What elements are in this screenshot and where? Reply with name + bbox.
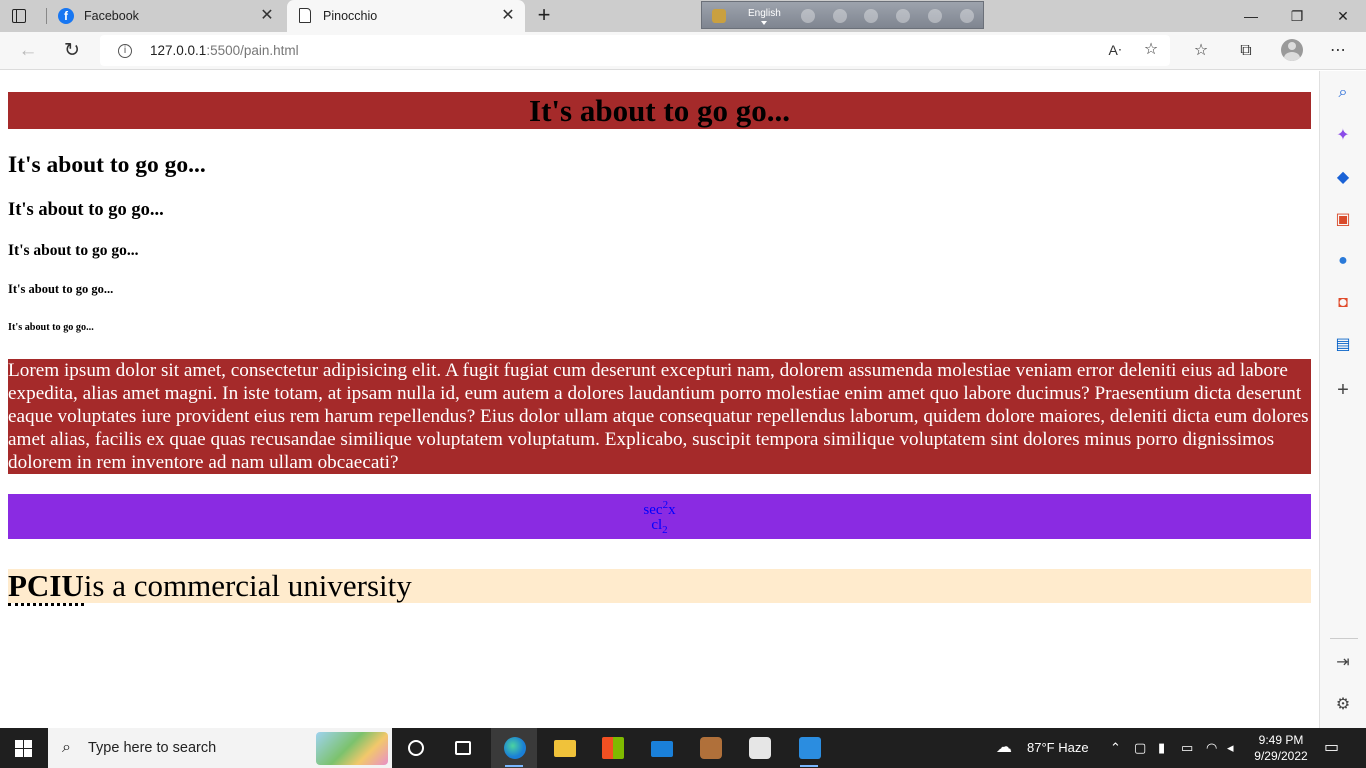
office-icon[interactable]: ◘ [1333,293,1353,313]
url-path: :5500/pain.html [206,43,299,58]
microphone-icon[interactable]: ▮ [1158,728,1165,768]
weather-text[interactable]: 87°F Haze [1027,728,1089,768]
formula-base: sec [643,502,663,518]
photo-app-icon[interactable] [687,728,733,768]
battery-icon[interactable]: ▭ [1181,728,1193,768]
language-bar[interactable]: English [701,1,984,29]
url-text[interactable]: 127.0.0.1:5500/pain.html [150,43,299,58]
search-placeholder: Type here to search [88,740,217,756]
heading-3: It's about to go go... [8,200,164,220]
taskbar-search[interactable]: ⌕ Type here to search [48,728,392,768]
shopping-tag-icon[interactable]: ◆ [1333,168,1353,188]
tab-facebook[interactable]: f Facebook ✕ [48,0,284,32]
read-aloud-icon[interactable]: Aᐧ [1105,40,1125,60]
weather-icon[interactable]: ☁ [996,728,1012,768]
ime-logo-icon [712,9,726,23]
math-formula-box: sec2x cl2 [8,494,1311,539]
add-sidebar-app-icon[interactable]: + [1333,380,1353,400]
tools-icon[interactable]: ▣ [1333,210,1353,230]
gear-icon[interactable]: ⚙ [1333,695,1353,715]
tool-icon[interactable] [833,9,847,23]
browser-toolbar: ← ↻ i 127.0.0.1:5500/pain.html Aᐧ ☆ ☆ ⧉ … [0,32,1366,70]
sparkle-icon[interactable]: ✦ [1333,126,1353,146]
heading-1: It's about to go go... [8,92,1311,129]
abbreviation-line: PCIUis a commercial university [8,568,1311,606]
close-window-button[interactable]: ✕ [1320,0,1366,32]
games-icon[interactable]: ● [1333,251,1353,271]
tab-label: Facebook [84,9,139,23]
search-icon[interactable]: ⌕ [1333,83,1353,103]
hide-sidebar-icon[interactable]: ⇥ [1333,653,1353,673]
task-view-icon[interactable] [440,728,486,768]
meet-now-icon[interactable]: ▢ [1134,728,1146,768]
lorem-paragraph: Lorem ipsum dolor sit amet, consectetur … [8,359,1311,474]
system-clock[interactable]: 9:49 PM 9/29/2022 [1250,732,1312,764]
tab-strip: f Facebook ✕ Pinocchio ✕ + English — ❐ ✕ [0,0,1366,32]
tab-separator [46,8,47,24]
abbr-description: is a commercial university [83,568,412,603]
store-icon[interactable] [589,728,635,768]
back-button[interactable]: ← [16,39,40,63]
heading-5: It's about to go go... [8,282,114,296]
heading-6: It's about to go go... [8,322,94,333]
wifi-icon[interactable]: ◠ [1206,728,1217,768]
windows-start-icon[interactable] [15,740,32,757]
search-highlight-image [316,732,388,765]
favorites-icon[interactable]: ☆ [1191,41,1211,61]
page-content: It's about to go go... It's about to go … [0,71,1319,728]
new-tab-button[interactable]: + [533,4,555,26]
refresh-button[interactable]: ↻ [60,39,84,63]
notification-icon[interactable]: ▭ [1324,728,1339,768]
formula-variable: x [668,502,676,518]
edge-taskbar-icon[interactable] [491,728,537,768]
cortana-icon[interactable] [393,728,439,768]
edge-icon[interactable] [896,9,910,23]
clock-date: 9/29/2022 [1254,749,1308,763]
chevron-down-icon [761,21,767,25]
facebook-icon: f [58,8,74,24]
search-icon: ⌕ [62,739,71,756]
vscode-icon[interactable] [786,728,832,768]
windows-taskbar: ⌕ Type here to search ☁ 87°F Haze ⌃ ▢ ▮ … [0,728,1366,768]
formula-subscript: 2 [662,524,668,536]
profile-avatar[interactable] [1281,39,1303,61]
address-bar[interactable]: i 127.0.0.1:5500/pain.html Aᐧ ☆ [100,35,1170,66]
collections-icon[interactable]: ⧉ [1236,41,1256,61]
tab-actions-icon[interactable] [10,7,28,25]
outlook-icon[interactable]: ▤ [1333,335,1353,355]
abbr-pciu[interactable]: PCIU [8,568,84,606]
tab-pinocchio[interactable]: Pinocchio ✕ [287,0,525,32]
sidebar-separator [1330,638,1358,639]
formula-secant: sec2x [8,499,1311,519]
keyboard-icon[interactable] [801,9,815,23]
heading-2: It's about to go go... [8,152,206,178]
document-icon [299,8,311,23]
clock-time: 9:49 PM [1258,733,1304,747]
minimize-button[interactable]: — [1228,0,1274,32]
help-icon[interactable] [928,9,942,23]
url-host: 127.0.0.1 [150,43,207,58]
language-label[interactable]: English [748,8,781,19]
draw-app-icon[interactable] [736,728,782,768]
mail-icon[interactable] [638,728,684,768]
edge-sidebar: ⌕ ✦ ◆ ▣ ● ◘ ▤ + ⇥ ⚙ [1319,71,1366,728]
close-tab-icon[interactable]: ✕ [499,7,517,25]
formula-element: cl [651,517,663,533]
site-info-icon[interactable]: i [118,44,132,58]
chevron-up-icon[interactable]: ⌃ [1110,728,1121,768]
tab-label: Pinocchio [323,9,378,23]
info-icon[interactable] [960,9,974,23]
file-explorer-icon[interactable] [541,728,587,768]
settings-icon[interactable] [864,9,878,23]
add-favorite-icon[interactable]: ☆ [1141,40,1161,60]
restore-button[interactable]: ❐ [1274,0,1320,32]
formula-chlorine: cl2 [8,517,1311,536]
more-menu-icon[interactable]: ⋯ [1328,41,1348,61]
volume-icon[interactable]: ◂ [1227,728,1234,768]
heading-4: It's about to go go... [8,242,139,259]
close-tab-icon[interactable]: ✕ [258,7,276,25]
